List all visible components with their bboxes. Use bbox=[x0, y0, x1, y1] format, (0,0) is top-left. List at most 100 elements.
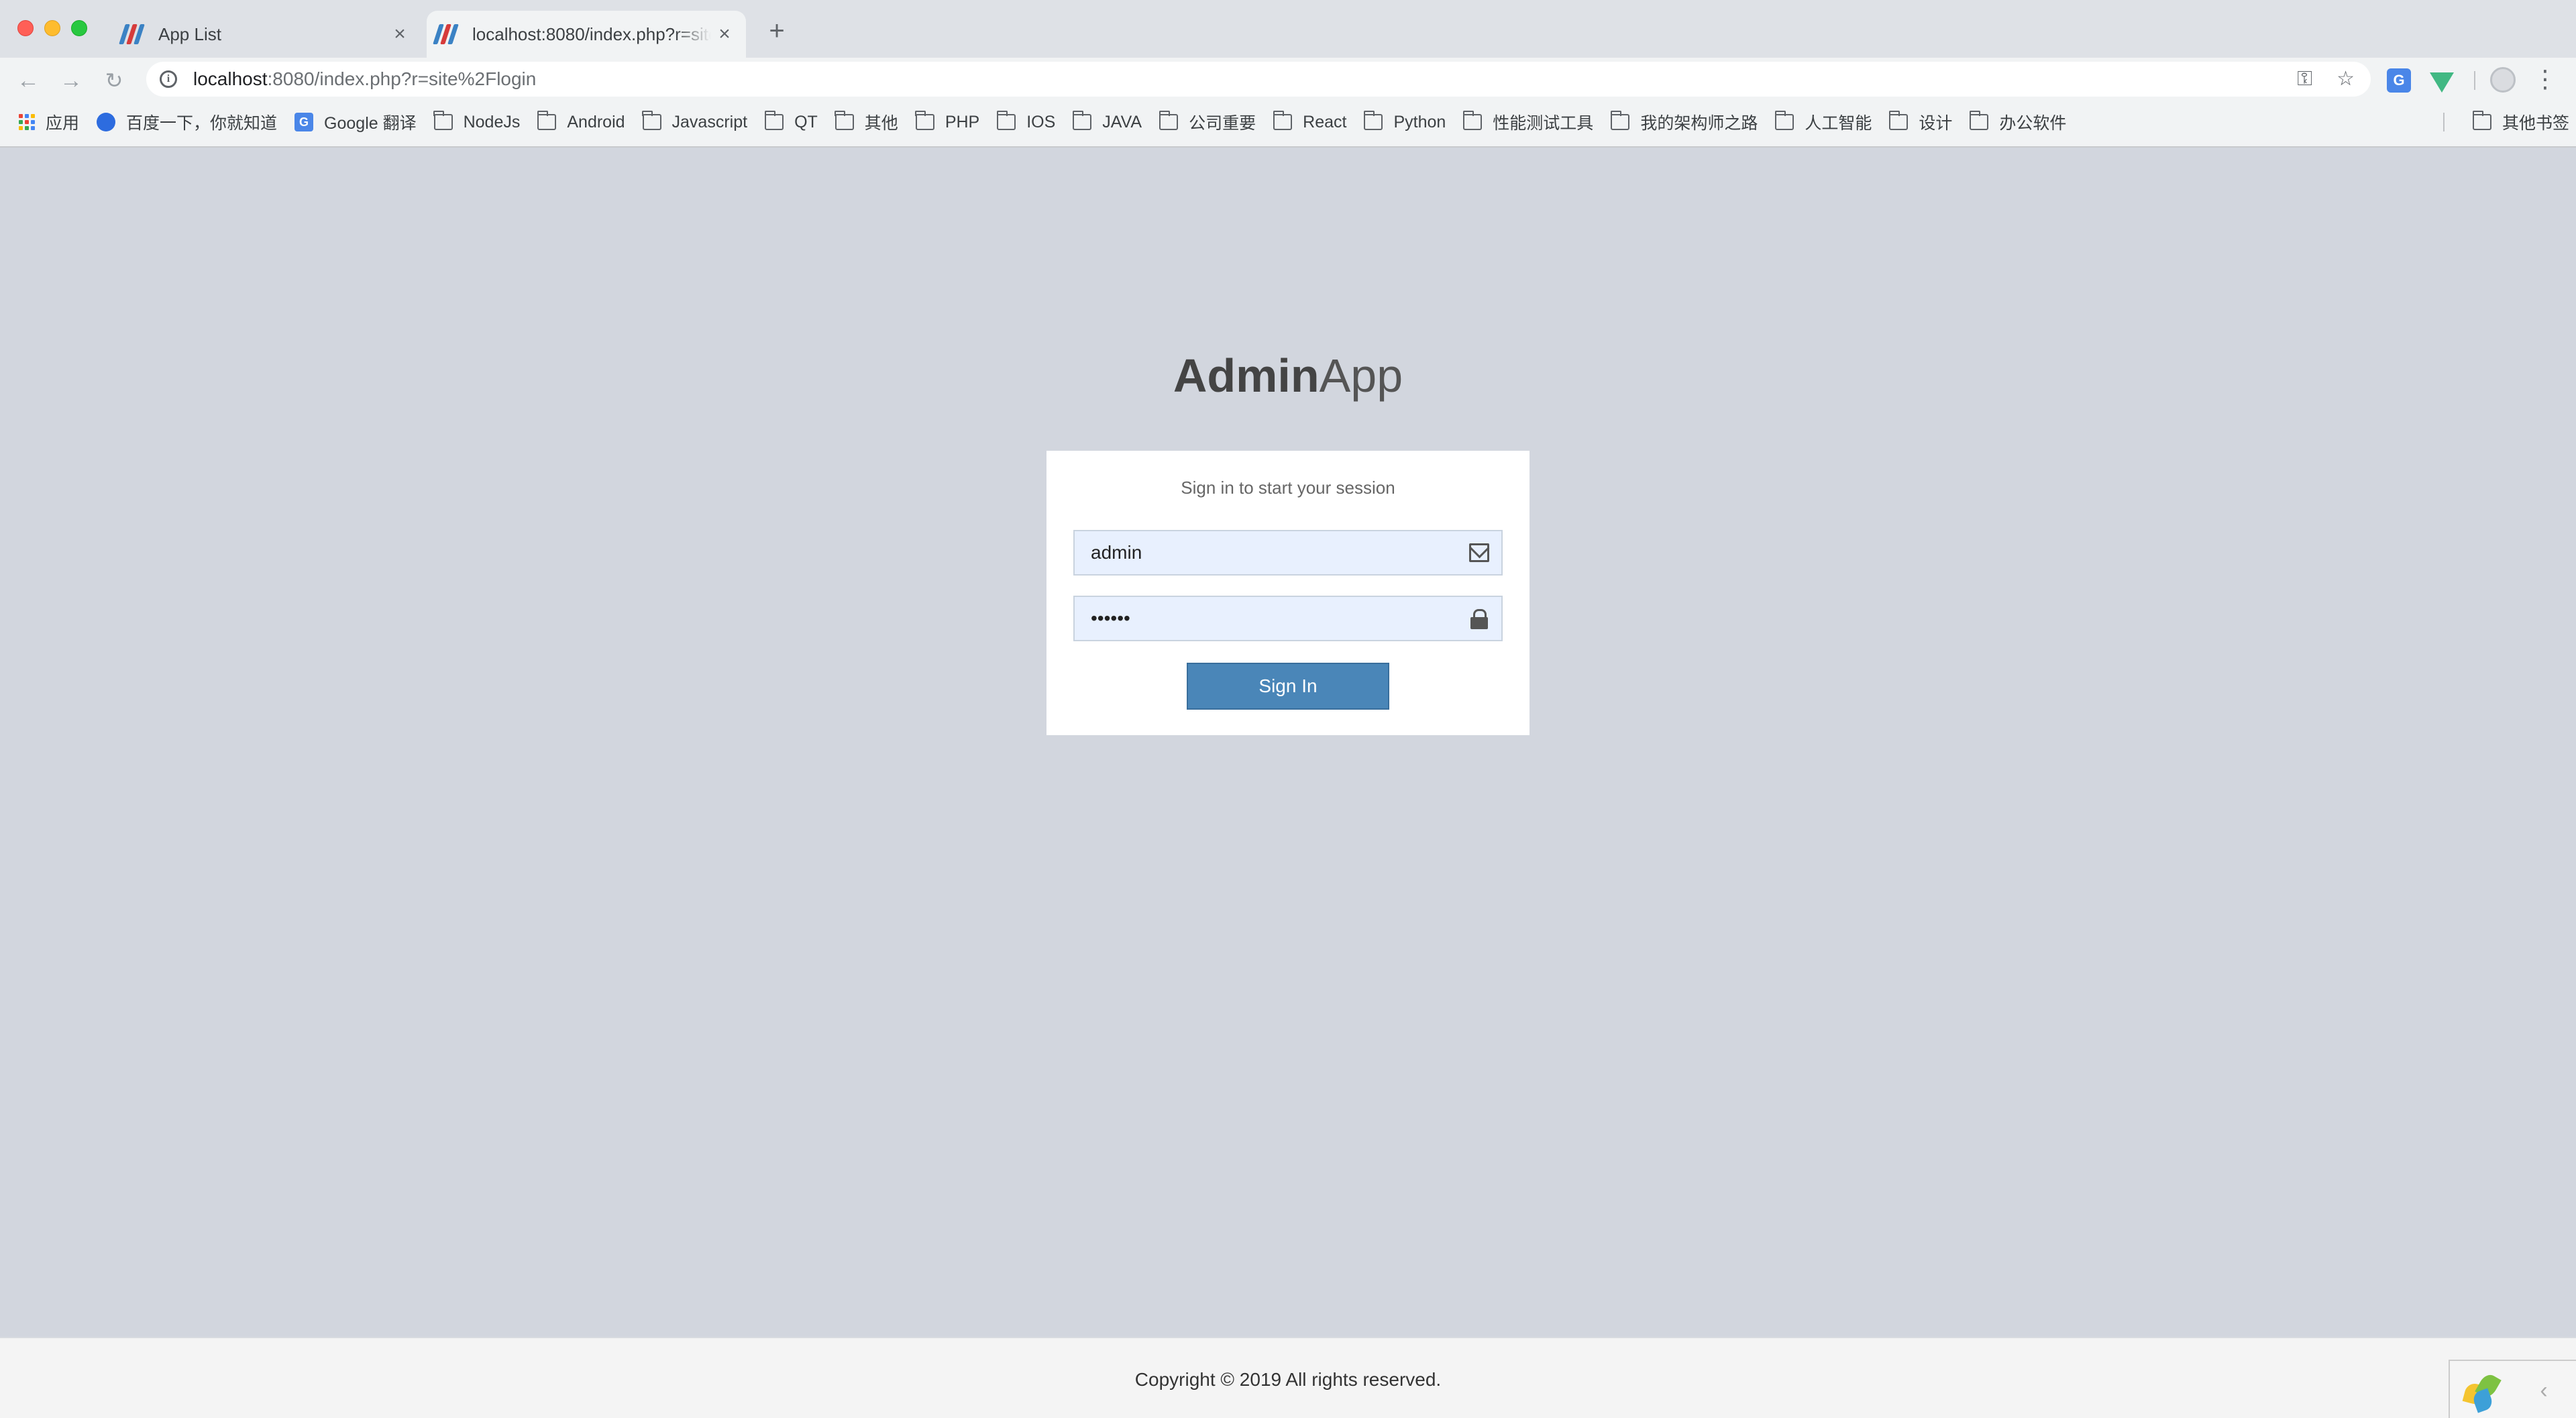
bookmark-label: 其他书签 bbox=[2502, 114, 2570, 133]
bookmark-folder-design[interactable]: 设计 bbox=[1888, 110, 1953, 134]
back-button[interactable]: ← bbox=[13, 66, 43, 95]
folder-icon bbox=[764, 111, 784, 130]
bookmark-label: React bbox=[1303, 112, 1347, 131]
bookmarks-bar: 应用 百度一下，你就知道 G Google 翻译 NodeJs Android … bbox=[0, 107, 2576, 137]
password-field bbox=[1073, 596, 1503, 641]
logo-bold-text: Admin bbox=[1173, 349, 1320, 402]
bookmark-folder-perf-tools[interactable]: 性能测试工具 bbox=[1462, 110, 1594, 134]
reload-button[interactable]: ↻ bbox=[99, 66, 129, 95]
bookmark-folder-ios[interactable]: IOS bbox=[996, 111, 1056, 132]
browser-chrome: App List × localhost:8080/index.php?r=si… bbox=[0, 0, 2576, 148]
bookmark-google-translate[interactable]: G Google 翻译 bbox=[294, 110, 417, 134]
close-tab-icon[interactable]: × bbox=[386, 23, 413, 46]
lock-icon bbox=[1469, 609, 1489, 629]
browser-menu-icon[interactable]: ⋮ bbox=[2533, 64, 2557, 94]
bookmark-folder-nodejs[interactable]: NodeJs bbox=[433, 111, 521, 132]
folder-icon bbox=[1774, 111, 1794, 130]
vue-devtools-extension-icon[interactable] bbox=[2430, 72, 2454, 93]
bookmark-label: 人工智能 bbox=[1805, 114, 1872, 133]
app-logo[interactable]: AdminApp bbox=[0, 349, 2576, 402]
folder-icon bbox=[915, 111, 934, 130]
bookmark-label: 百度一下，你就知道 bbox=[126, 114, 278, 133]
bookmark-label: 我的架构师之路 bbox=[1640, 114, 1758, 133]
bookmark-folder-php[interactable]: PHP bbox=[915, 111, 980, 132]
bookmark-label: IOS bbox=[1026, 112, 1056, 131]
google-translate-extension-icon[interactable]: G bbox=[2387, 68, 2411, 93]
close-tab-icon[interactable]: × bbox=[711, 23, 738, 46]
yii-debug-toolbar[interactable]: ‹ bbox=[2449, 1360, 2576, 1418]
bookmark-label: QT bbox=[794, 112, 818, 131]
bookmark-label: NodeJs bbox=[463, 112, 521, 131]
yii-favicon-icon bbox=[433, 24, 459, 44]
yii-logo-icon[interactable] bbox=[2462, 1370, 2505, 1413]
logo-light-text: App bbox=[1319, 349, 1403, 402]
tab-title: localhost:8080/index.php?r=site%2Flogin bbox=[472, 23, 711, 44]
folder-icon bbox=[642, 111, 661, 130]
maximize-window-button[interactable] bbox=[71, 20, 87, 36]
username-field bbox=[1073, 530, 1503, 576]
bookmark-label: Google 翻译 bbox=[324, 114, 417, 133]
folder-icon bbox=[996, 111, 1016, 130]
bookmark-label: 公司重要 bbox=[1189, 114, 1256, 133]
key-icon[interactable]: ⚿ bbox=[2297, 67, 2312, 91]
tab-app-list[interactable]: App List × bbox=[113, 11, 421, 58]
folder-icon bbox=[1072, 111, 1092, 130]
folder-icon bbox=[433, 111, 453, 130]
password-input[interactable] bbox=[1075, 597, 1450, 640]
browser-toolbar: ← → ↻ i localhost:8080/index.php?r=site%… bbox=[0, 58, 2576, 102]
folder-icon bbox=[1363, 111, 1383, 130]
bookmark-apps[interactable]: 应用 bbox=[19, 110, 79, 134]
folder-icon bbox=[1888, 111, 1909, 130]
tab-strip: App List × localhost:8080/index.php?r=si… bbox=[0, 0, 2576, 58]
paw-icon bbox=[97, 113, 116, 131]
tab-login[interactable]: localhost:8080/index.php?r=site%2Flogin … bbox=[427, 11, 746, 58]
bookmark-label: PHP bbox=[945, 112, 980, 131]
bookmark-baidu[interactable]: 百度一下，你就知道 bbox=[97, 110, 277, 134]
bookmark-star-icon[interactable]: ☆ bbox=[2337, 67, 2355, 91]
bookmark-folder-ai[interactable]: 人工智能 bbox=[1774, 110, 1872, 134]
bookmark-other-bookmarks[interactable]: 其他书签 bbox=[2472, 107, 2570, 137]
envelope-icon bbox=[1469, 543, 1489, 562]
bookmark-folder-office[interactable]: 办公软件 bbox=[1969, 110, 2066, 134]
bookmark-folder-java[interactable]: JAVA bbox=[1072, 111, 1142, 132]
bookmark-label: Javascript bbox=[672, 112, 748, 131]
bookmark-label: Android bbox=[567, 112, 625, 131]
url-host: localhost bbox=[193, 68, 268, 89]
folder-icon bbox=[1462, 111, 1483, 130]
folder-icon bbox=[1159, 111, 1179, 130]
username-input[interactable] bbox=[1075, 531, 1450, 574]
site-info-icon[interactable]: i bbox=[160, 70, 177, 88]
bookmark-label: 设计 bbox=[1919, 114, 1953, 133]
sign-in-button[interactable]: Sign In bbox=[1187, 663, 1389, 710]
folder-icon bbox=[1610, 111, 1630, 130]
page-footer: Copyright © 2019 All rights reserved. ‹ bbox=[0, 1337, 2576, 1418]
close-window-button[interactable] bbox=[17, 20, 34, 36]
folder-icon bbox=[1969, 111, 1989, 130]
folder-icon bbox=[537, 111, 557, 130]
bookmark-label: 性能测试工具 bbox=[1493, 114, 1594, 133]
chevron-left-icon[interactable]: ‹ bbox=[2530, 1374, 2557, 1407]
bookmarks-divider bbox=[2443, 113, 2445, 131]
login-box-message: Sign in to start your session bbox=[1181, 478, 1395, 498]
apps-icon bbox=[19, 114, 35, 130]
bookmark-folder-company[interactable]: 公司重要 bbox=[1159, 110, 1256, 134]
address-bar[interactable]: i localhost:8080/index.php?r=site%2Flogi… bbox=[146, 62, 2371, 97]
bookmark-folder-react[interactable]: React bbox=[1273, 111, 1347, 132]
bookmark-label: JAVA bbox=[1102, 112, 1142, 131]
new-tab-button[interactable]: + bbox=[762, 16, 792, 46]
bookmark-folder-other[interactable]: 其他 bbox=[835, 110, 898, 134]
bookmark-folder-python[interactable]: Python bbox=[1363, 111, 1446, 132]
url-text[interactable]: localhost:8080/index.php?r=site%2Flogin bbox=[193, 68, 536, 90]
bookmark-folder-javascript[interactable]: Javascript bbox=[642, 111, 748, 132]
profile-avatar[interactable] bbox=[2490, 67, 2516, 93]
bookmark-folder-android[interactable]: Android bbox=[537, 111, 625, 132]
bookmark-folder-qt[interactable]: QT bbox=[764, 111, 818, 132]
folder-icon bbox=[2472, 111, 2491, 130]
folder-icon bbox=[835, 111, 854, 130]
bookmark-label: 其他 bbox=[864, 114, 898, 133]
minimize-window-button[interactable] bbox=[44, 20, 60, 36]
toolbar-divider bbox=[2474, 71, 2475, 90]
forward-button[interactable]: → bbox=[56, 66, 86, 95]
bookmark-label: Python bbox=[1393, 112, 1446, 131]
bookmark-folder-architect[interactable]: 我的架构师之路 bbox=[1610, 110, 1758, 134]
